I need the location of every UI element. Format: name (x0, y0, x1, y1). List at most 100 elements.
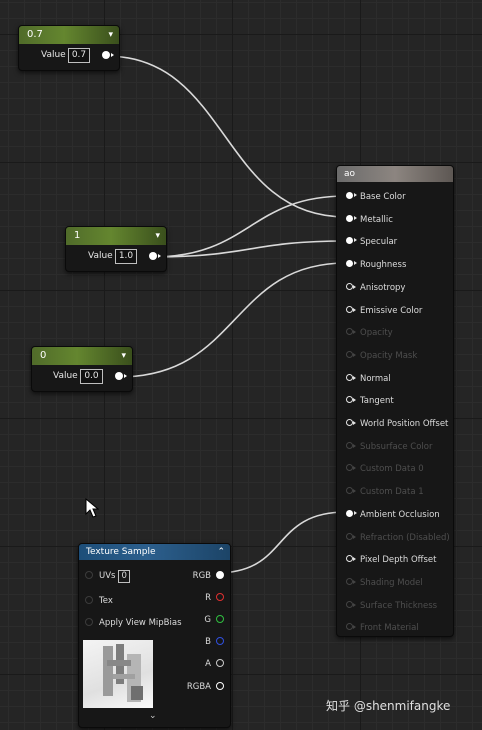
material-input-world-position-offset[interactable]: World Position Offset (346, 417, 448, 431)
input-pin (346, 487, 356, 495)
material-input-emissive-color[interactable]: Emissive Color (346, 304, 422, 318)
input-pin[interactable] (346, 396, 356, 404)
output-g[interactable]: G (204, 614, 224, 626)
input-label: Front Material (360, 623, 419, 634)
input-pin[interactable] (346, 509, 357, 517)
material-input-surface-thickness: Surface Thickness (346, 599, 437, 613)
constant-node-title: 0 (40, 350, 47, 361)
value-input[interactable]: 0.0 (80, 369, 103, 384)
material-input-opacity: Opacity (346, 326, 393, 340)
input-label: Subsurface Color (360, 441, 433, 452)
output-pin[interactable] (216, 636, 224, 645)
input-pin (346, 600, 356, 608)
output-pin[interactable] (216, 614, 224, 623)
output-a[interactable]: A (205, 658, 224, 670)
output-pin[interactable] (115, 372, 127, 380)
material-input-tangent[interactable]: Tangent (346, 394, 394, 408)
input-pin[interactable] (346, 214, 357, 222)
constant-node-0[interactable]: 0 ▾ Value 0.0 (31, 346, 133, 392)
input-pin (346, 350, 356, 358)
mouse-pointer-icon (85, 498, 99, 518)
material-input-subsurface-color: Subsurface Color (346, 440, 433, 454)
input-pin[interactable] (346, 282, 356, 290)
input-pin (346, 441, 356, 449)
input-label: Pixel Depth Offset (360, 555, 437, 566)
output-rgba[interactable]: RGBA (187, 681, 224, 693)
chevron-down-icon[interactable]: ▾ (108, 26, 113, 44)
output-pin[interactable] (216, 570, 224, 579)
input-label: Specular (360, 237, 398, 248)
input-label: Base Color (360, 192, 406, 202)
output-pin[interactable] (216, 681, 224, 690)
input-label: Tangent (360, 396, 394, 407)
output-pin[interactable] (216, 592, 224, 601)
mipbias-input-row[interactable]: Apply View MipBias (85, 617, 182, 629)
material-input-roughness[interactable]: Roughness (346, 258, 406, 272)
value-label: Value (41, 50, 66, 60)
mipbias-label: Apply View MipBias (99, 618, 182, 628)
input-pin (346, 623, 356, 631)
input-pin[interactable] (346, 305, 356, 313)
wire-07-to-metallic (105, 55, 347, 218)
uvs-input-row[interactable]: UVs 0 (85, 570, 130, 583)
input-pin[interactable] (346, 419, 356, 426)
constant-node-0.7[interactable]: 0.7 ▾ Value 0.7 (18, 25, 120, 71)
input-label: Surface Thickness (360, 600, 438, 611)
input-pin[interactable] (346, 373, 356, 381)
output-pin[interactable] (216, 658, 224, 667)
output-label: B (205, 637, 211, 647)
output-rgb[interactable]: RGB (193, 570, 224, 582)
chevron-down-icon[interactable]: ⌄ (149, 711, 157, 721)
wire-0-to-roughness (118, 262, 347, 378)
output-pin[interactable] (102, 51, 114, 59)
value-input[interactable]: 1.0 (115, 249, 137, 264)
watermark-text: 知乎 @shenmifangke (326, 699, 451, 713)
texture-sample-node[interactable]: Texture Sample ⌃ UVs 0 Tex Apply View Mip… (78, 543, 231, 728)
output-label: R (205, 593, 211, 603)
mipbias-pin[interactable] (85, 617, 93, 626)
constant-node-header: 0 ▾ (32, 347, 132, 365)
input-pin (346, 532, 356, 540)
material-input-anisotropy[interactable]: Anisotropy (346, 281, 405, 295)
output-label: RGB (192, 571, 211, 581)
output-label: RGBA (186, 682, 211, 692)
material-node-header: ao (337, 166, 453, 182)
input-pin (346, 577, 356, 585)
input-label: Shading Model (360, 577, 423, 588)
output-pin[interactable] (149, 252, 161, 260)
chevron-down-icon[interactable]: ▾ (155, 227, 160, 245)
uvs-label: UVs (99, 571, 116, 581)
input-pin[interactable] (346, 192, 357, 199)
material-input-base-color[interactable]: Base Color (346, 190, 406, 204)
input-label: Normal (360, 373, 391, 384)
tex-label: Tex (99, 596, 113, 606)
tex-input-row[interactable]: Tex (85, 595, 113, 607)
chevron-up-icon[interactable]: ⌃ (217, 544, 225, 560)
constant-node-1[interactable]: 1 ▾ Value 1.0 (65, 226, 167, 272)
constant-node-title: 0.7 (27, 29, 43, 40)
material-input-metallic[interactable]: Metallic (346, 213, 393, 227)
input-pin[interactable] (346, 237, 357, 245)
material-input-opacity-mask: Opacity Mask (346, 349, 417, 363)
input-pin (346, 464, 356, 472)
output-r[interactable]: R (205, 592, 224, 604)
value-input[interactable]: 0.7 (68, 48, 90, 63)
uvs-value-input[interactable]: 0 (118, 570, 130, 583)
texture-preview-image (83, 640, 153, 708)
input-pin[interactable] (346, 555, 356, 563)
input-pin[interactable] (346, 260, 357, 268)
texture-sample-header: Texture Sample ⌃ (79, 544, 230, 560)
constant-node-header: 1 ▾ (66, 227, 166, 245)
material-input-ambient-occlusion[interactable]: Ambient Occlusion (346, 508, 440, 522)
chevron-down-icon[interactable]: ▾ (121, 347, 126, 365)
wire-1-to-basecolor (151, 195, 347, 258)
material-input-normal[interactable]: Normal (346, 372, 391, 386)
material-input-specular[interactable]: Specular (346, 235, 397, 249)
tex-pin[interactable] (85, 595, 93, 604)
material-input-pixel-depth-offset[interactable]: Pixel Depth Offset (346, 553, 437, 567)
material-result-node[interactable]: ao Base Color Metallic Specular Roughness An… (336, 165, 454, 637)
uvs-pin[interactable] (85, 570, 93, 579)
output-label: A (205, 659, 211, 669)
input-label: Opacity Mask (360, 350, 418, 361)
output-b[interactable]: B (205, 636, 224, 648)
